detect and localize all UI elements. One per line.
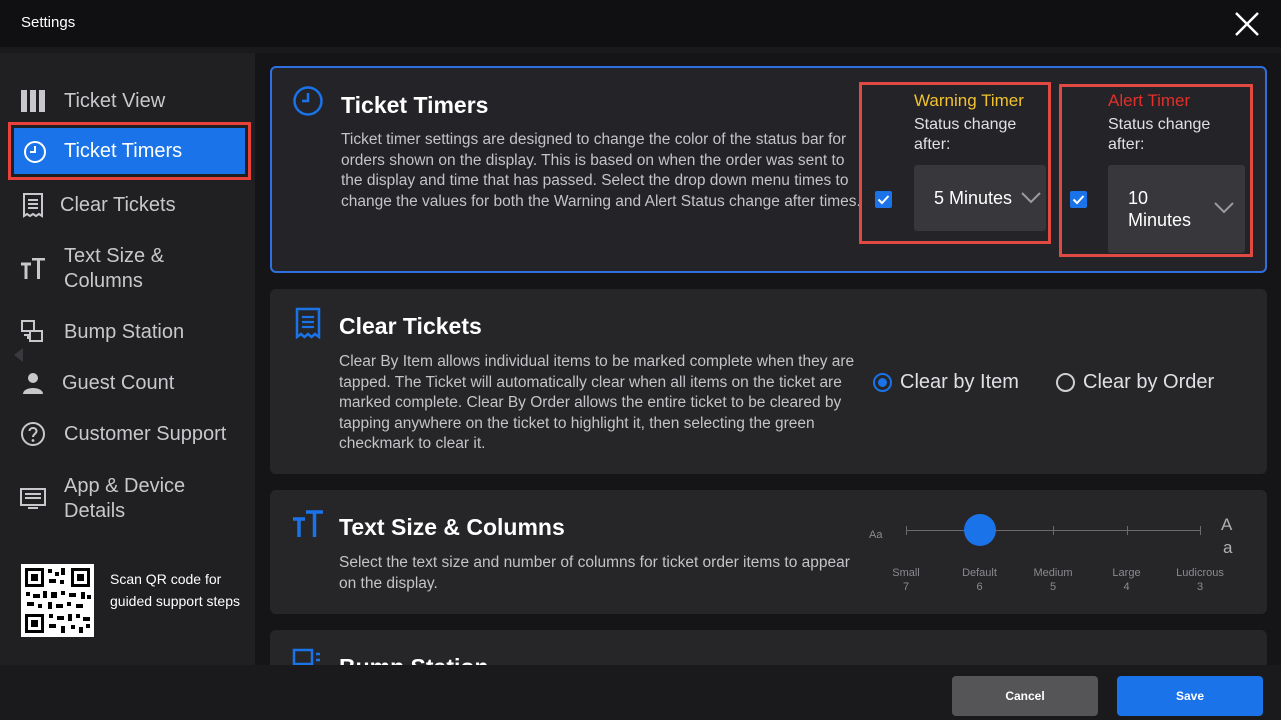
clear-by-item-radio[interactable]: Clear by Item xyxy=(873,371,1019,394)
small-text-glyph: Aa xyxy=(869,529,883,541)
sidebar-item-ticket-view[interactable]: Ticket View xyxy=(0,85,255,117)
card-description: Select the text size and number of colum… xyxy=(339,554,850,592)
device-icon xyxy=(19,485,47,513)
sidebar-item-customer-support[interactable]: Customer Support xyxy=(0,418,255,450)
person-icon xyxy=(19,369,47,397)
checkmark-icon xyxy=(1072,195,1085,205)
slider-level-label: Large xyxy=(1112,567,1141,579)
sidebar-item-clear-tickets[interactable]: Clear Tickets xyxy=(0,189,255,221)
slider-level-label: Medium xyxy=(1033,567,1073,579)
slider-tick xyxy=(906,526,907,535)
sidebar-item-label: Ticket View xyxy=(64,89,166,112)
save-button[interactable]: Save xyxy=(1117,676,1263,716)
warning-timer-title: Warning Timer xyxy=(914,91,1024,110)
bump-station-card: Bump Station xyxy=(270,630,1267,665)
columns-icon xyxy=(19,87,47,115)
alert-status-label: Status change after: xyxy=(1108,116,1211,153)
dropdown-value: 10 Minutes xyxy=(1128,188,1192,230)
title-bar: Settings xyxy=(0,0,1281,47)
warning-timer-dropdown[interactable]: 5 Minutes xyxy=(914,165,1046,231)
alert-timer-dropdown[interactable]: 10 Minutes xyxy=(1108,165,1245,253)
ticket-timers-card: Ticket Timers Ticket timer settings are … xyxy=(270,66,1267,273)
slider-tick xyxy=(1200,526,1201,535)
receipt-icon xyxy=(19,191,47,219)
sidebar-item-ticket-timers[interactable]: Ticket Timers xyxy=(8,122,251,180)
clear-by-order-radio[interactable]: Clear by Order xyxy=(1056,371,1214,394)
radio-label: Clear by Order xyxy=(1083,371,1215,393)
qr-instructions: Scan QR code for guided support steps xyxy=(110,571,240,609)
card-title: Bump Station xyxy=(339,654,489,665)
chevron-down-icon xyxy=(1021,192,1041,204)
radio-selected-icon xyxy=(873,373,892,392)
help-icon xyxy=(19,420,47,448)
sidebar-item-label: Ticket Timers xyxy=(64,140,183,162)
sidebar-item-label: App & Device Details xyxy=(64,475,186,522)
card-description: Clear By Item allows individual items to… xyxy=(339,353,855,452)
radio-label: Clear by Item xyxy=(900,371,1019,393)
sidebar-item-app-device-details[interactable]: App & Device Details xyxy=(0,471,255,527)
slider-tick xyxy=(1126,526,1128,535)
slider-columns-label: 7 xyxy=(902,581,910,593)
footer-bar: Cancel Save xyxy=(0,668,1281,720)
slider-level-label: Ludicrous xyxy=(1176,567,1224,579)
slider-knob[interactable] xyxy=(963,514,996,546)
chevron-down-icon xyxy=(1214,202,1234,214)
bump-icon xyxy=(292,648,320,665)
clock-icon xyxy=(21,138,49,166)
large-text-glyph-bottom: a xyxy=(1223,538,1233,557)
slider-tick xyxy=(1053,526,1054,535)
large-text-glyph-top: A xyxy=(1221,515,1233,534)
settings-content: Ticket Timers Ticket timer settings are … xyxy=(255,53,1281,665)
card-title: Text Size & Columns xyxy=(339,514,565,540)
alert-timer-title: Alert Timer xyxy=(1108,91,1191,110)
radio-unselected-icon xyxy=(1056,373,1075,392)
sidebar-item-guest-count[interactable]: Guest Count xyxy=(0,367,255,399)
close-icon[interactable] xyxy=(1233,10,1261,38)
sidebar-item-label: Customer Support xyxy=(64,422,227,445)
cancel-button[interactable]: Cancel xyxy=(952,676,1098,716)
text-size-card: Text Size & Columns Select the text size… xyxy=(270,490,1267,614)
slider-level-label: Default xyxy=(962,567,997,579)
sidebar-item-label: Guest Count xyxy=(62,371,175,394)
sidebar-item-label: Text Size & Columns xyxy=(64,245,165,292)
warning-timer-checkbox[interactable] xyxy=(875,191,892,208)
alert-timer-box: Alert Timer Status change after: 10 Minu… xyxy=(1059,84,1253,257)
text-size-icon xyxy=(19,255,47,283)
card-title: Clear Tickets xyxy=(339,313,482,339)
text-size-icon xyxy=(293,510,323,537)
alert-timer-checkbox[interactable] xyxy=(1070,191,1087,208)
sidebar-item-bump-station[interactable]: Bump Station xyxy=(0,316,255,348)
sidebar-item-text-size[interactable]: Text Size & Columns xyxy=(0,241,255,297)
slider-columns-label: 5 xyxy=(1049,581,1057,593)
receipt-icon xyxy=(295,307,321,339)
slider-columns-label: 6 xyxy=(976,581,983,593)
warning-timer-box: Warning Timer Status change after: 5 Min… xyxy=(859,82,1051,244)
scroll-left-icon[interactable] xyxy=(14,348,23,362)
slider-columns-label: 4 xyxy=(1123,581,1130,593)
sidebar-item-label: Bump Station xyxy=(64,320,185,343)
card-title: Ticket Timers xyxy=(341,92,489,118)
sidebar: Ticket View Ticket Timers Clear Tickets … xyxy=(0,53,255,665)
slider-columns-label: 3 xyxy=(1196,581,1204,593)
qr-code-icon[interactable] xyxy=(21,564,94,637)
dropdown-value: 5 Minutes xyxy=(934,188,1013,208)
clock-icon xyxy=(293,86,323,116)
bump-icon xyxy=(19,318,47,346)
sidebar-item-label: Clear Tickets xyxy=(60,193,176,216)
checkmark-icon xyxy=(877,195,890,205)
slider-level-label: Small xyxy=(892,567,920,579)
window-title: Settings xyxy=(21,14,76,31)
card-description: Ticket timer settings are designed to ch… xyxy=(341,131,861,210)
warning-status-label: Status change after: xyxy=(914,116,1017,153)
clear-tickets-card: Clear Tickets Clear By Item allows indiv… xyxy=(270,289,1267,474)
